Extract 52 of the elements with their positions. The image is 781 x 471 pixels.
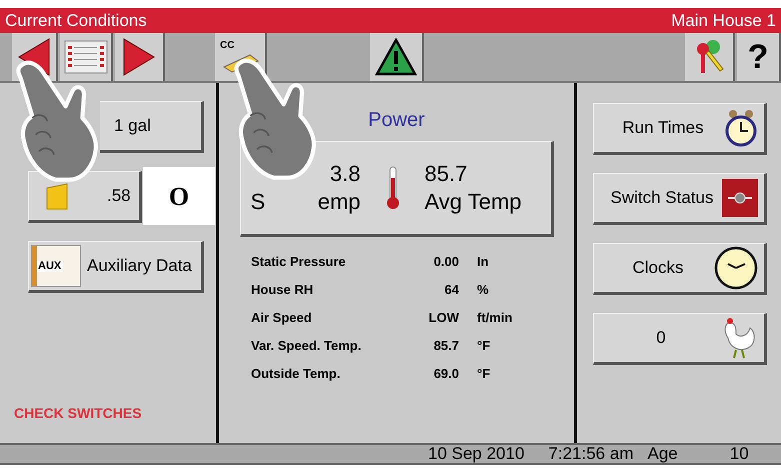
reading-unit: ft/min [477,309,512,328]
reading-value: LOW [428,309,459,328]
toggle-switch-icon [722,179,758,217]
date-text: 10 Sep 2010 [428,443,524,466]
forward-button[interactable] [115,33,165,81]
help-label: ? [748,40,768,74]
time-text: 7:21:56 am [548,443,634,466]
reading-unit: °F [477,337,490,356]
alarm-button[interactable] [370,33,424,81]
reading-value: 85.7 [432,337,459,356]
set-temp-label-end: emp [318,188,360,216]
set-temp-label-start: S [250,188,266,216]
tank-icon [45,182,69,210]
reading-value: 64 [444,281,459,300]
bird-button[interactable]: 0 [593,313,767,365]
reading-unit: % [477,281,489,300]
age-value: 10 [730,443,749,466]
thermometer-icon [386,166,400,210]
reading-unit: °F [477,365,490,384]
clock-icon [714,246,758,290]
help-button[interactable]: ? [737,33,781,81]
cc-label: CC [220,41,234,51]
aux-label: AUX [36,260,64,272]
reading-value: 0.00 [432,253,459,272]
reading-label: Static Pressure [251,253,347,272]
avg-temp-value: 85.7 [424,160,468,188]
water-button[interactable]: .58 [28,171,142,223]
callout-label: O [143,167,215,225]
section-title: Power [368,108,425,133]
right-arrow-icon [122,37,156,77]
set-temp-value: 3.8 [330,160,360,188]
reading-label: Air Speed [251,309,313,328]
reading-value: 69.0 [432,365,459,384]
clock-button[interactable]: Clocks [593,243,767,295]
reading-label: Var. Speed. Temp. [251,337,362,356]
timer-button[interactable]: Run Times [593,103,767,155]
sheet-button[interactable] [60,33,113,81]
list-sheet-icon [64,40,108,74]
reading-label: House RH [251,281,314,300]
alert-message: CHECK SWITCHES [14,404,143,423]
switch-button[interactable]: Switch Status [593,173,767,225]
warning-icon [375,38,417,76]
reading-label: Outside Temp. [251,365,342,384]
keys-button[interactable] [685,33,735,81]
aux-button[interactable]: AUX Auxiliary Data [28,241,204,293]
age-label: Age [647,443,678,466]
reading-unit: In [477,253,489,272]
house-name: Main House 1 [671,10,776,32]
screen-title: Current Conditions [5,10,147,32]
feed-button[interactable]: 1 gal [100,101,204,153]
avg-temp-label: Avg Temp [424,188,523,216]
stopwatch-icon [724,108,758,148]
